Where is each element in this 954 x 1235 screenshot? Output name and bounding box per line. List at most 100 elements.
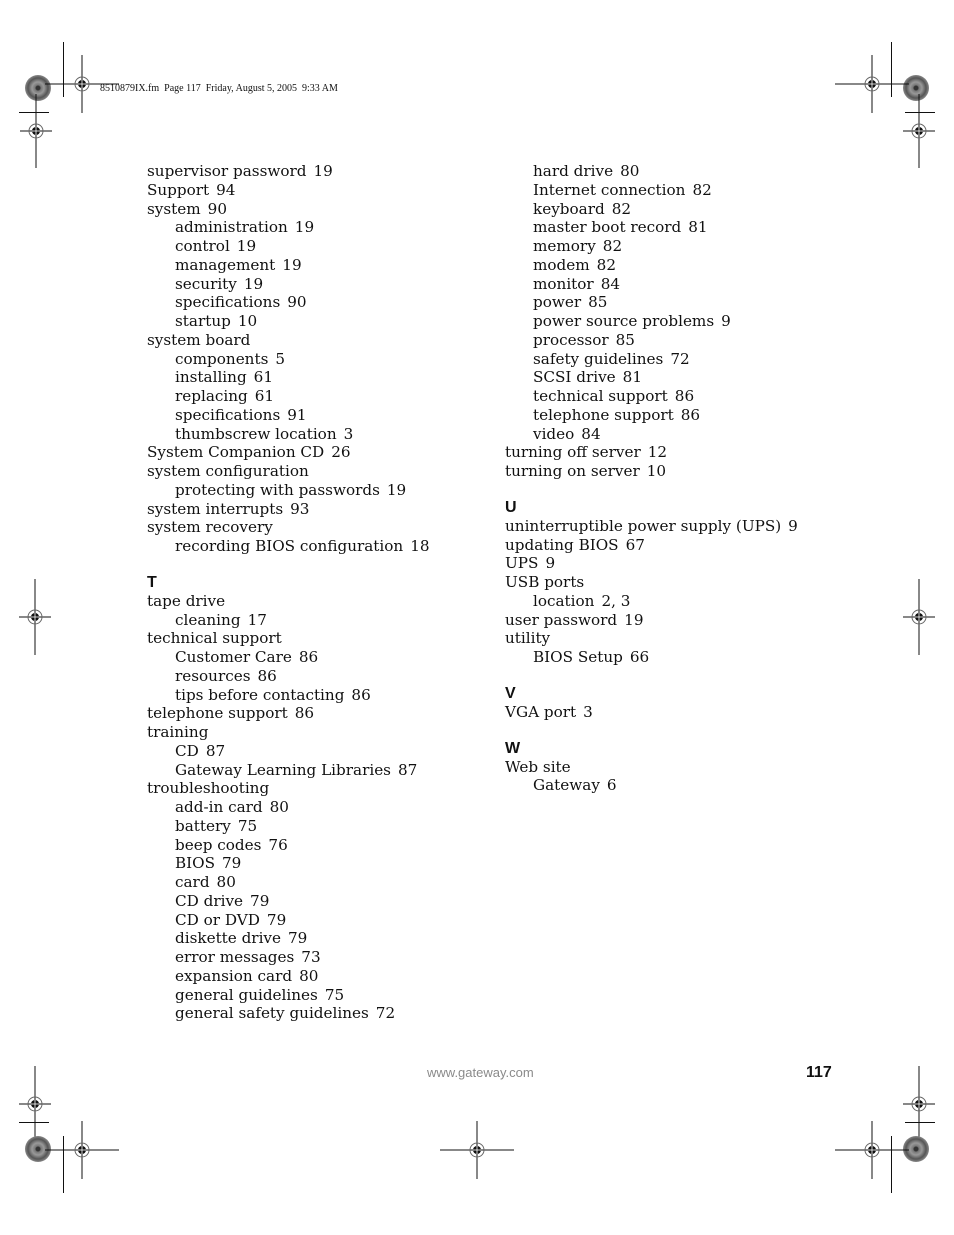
index-subentry: card 80 [147, 873, 430, 892]
index-entry: system interrupts 93 [147, 500, 430, 519]
index-term: monitor [533, 274, 594, 293]
index-term: utility [505, 629, 551, 648]
index-term: replacing [175, 387, 248, 405]
index-page-ref: 19 [282, 255, 302, 274]
index-subentry: general guidelines 75 [147, 986, 430, 1005]
index-term: BIOS [175, 854, 216, 873]
index-term: protecting with passwords [175, 480, 380, 499]
index-term: Support [147, 180, 210, 199]
index-entry: Web site [505, 758, 798, 777]
index-entry: turning off server 12 [505, 443, 798, 462]
index-subentry: beep codes 76 [147, 836, 430, 855]
index-page-ref: 19 [243, 274, 264, 293]
index-page-ref: 79 [288, 929, 308, 948]
index-page-ref: 18 [410, 537, 430, 555]
index-subentry: hard drive 80 [505, 162, 798, 181]
index-subentry: security 19 [147, 275, 430, 294]
index-term: memory [533, 237, 596, 255]
index-page-ref: 26 [331, 443, 351, 462]
index-term: location [533, 591, 595, 610]
index-term: diskette drive [175, 929, 281, 948]
index-entry: troubleshooting [147, 779, 430, 798]
index-page-ref: 9 [788, 516, 798, 535]
index-term: resources [175, 666, 251, 685]
index-subentry: resources 86 [147, 667, 430, 686]
index-term: recording BIOS configuration [175, 537, 404, 555]
index-page-ref: 82 [611, 199, 632, 218]
index-subentry: safety guidelines 72 [505, 350, 798, 369]
index-page-ref: 82 [596, 255, 616, 274]
index-page-ref: 61 [254, 387, 275, 405]
index-subentry: add-in card 80 [147, 798, 430, 817]
index-term: system board [147, 330, 251, 349]
index-subentry: Customer Care 86 [147, 648, 430, 667]
index-subentry: replacing 61 [147, 387, 430, 406]
index-page-ref: 87 [205, 741, 226, 760]
index-page-ref: 17 [247, 610, 267, 629]
index-column-left: supervisor password 19 Support 94 system 90 ad… [147, 162, 430, 1023]
index-subentry: modem 82 [505, 256, 798, 275]
footer-url: www.gateway.com [427, 1065, 534, 1080]
index-term: technical support [147, 629, 282, 648]
index-page-ref: 19 [313, 162, 333, 180]
index-entry: tape drive [147, 592, 430, 611]
page-number: 117 [806, 1064, 832, 1081]
index-subentry: CD drive 79 [147, 892, 430, 911]
index-term: turning on server [505, 462, 640, 480]
index-term: CD or DVD [175, 910, 260, 929]
index-page-ref: 86 [680, 405, 701, 424]
index-term: master boot record [533, 218, 682, 237]
index-page-ref: 9 [721, 312, 731, 330]
index-term: specifications [175, 405, 281, 424]
index-subentry: Gateway 6 [505, 776, 798, 795]
crosshair-registration-icon [20, 94, 52, 168]
index-subentry: diskette drive 79 [147, 929, 430, 948]
index-page-ref: 91 [287, 405, 307, 424]
crosshair-registration-icon [903, 94, 935, 168]
index-term: general guidelines [175, 985, 318, 1004]
print-slug: 8510879IX.fm Page 117 Friday, August 5, … [100, 83, 338, 94]
index-page-ref: 80 [620, 162, 640, 180]
index-term: components [175, 349, 269, 368]
index-page-ref: 93 [290, 499, 310, 518]
index-entry: uninterruptible power supply (UPS) 9 [505, 517, 798, 536]
index-term: turning off server [505, 443, 641, 462]
index-term: technical support [533, 387, 668, 405]
index-section-letter: W [505, 739, 521, 757]
index-entry: updating BIOS 67 [505, 536, 798, 555]
index-page-ref: 86 [298, 648, 319, 666]
index-entry: system configuration [147, 462, 430, 481]
index-term: Customer Care [175, 648, 292, 666]
index-subentry: memory 82 [505, 237, 798, 256]
index-page-ref: 72 [375, 1004, 396, 1023]
index-subentry: Gateway Learning Libraries 87 [147, 761, 430, 780]
index-term: cleaning [175, 610, 241, 629]
index-page-ref: 86 [351, 685, 371, 704]
index-subentry: expansion card 80 [147, 967, 430, 986]
index-subentry: cleaning 17 [147, 611, 430, 630]
index-entry: supervisor password 19 [147, 162, 430, 181]
index-term: card [175, 873, 210, 891]
index-term: system configuration [147, 462, 309, 480]
index-page-ref: 87 [397, 760, 418, 779]
index-page-ref: 76 [268, 835, 288, 854]
index-page-ref: 66 [629, 648, 650, 666]
index-column-right: hard drive 80 Internet connection 82 keyboar… [505, 162, 798, 795]
index-page-ref: 80 [269, 798, 289, 816]
index-page-ref: 85 [615, 330, 635, 349]
index-term: video [533, 424, 575, 443]
index-subentry: installing 61 [147, 368, 430, 387]
index-page-ref: 81 [622, 368, 642, 387]
index-subentry: specifications 91 [147, 406, 430, 425]
index-subentry: management 19 [147, 256, 430, 275]
index-subentry: error messages 73 [147, 948, 430, 967]
index-subentry: recording BIOS configuration 18 [147, 537, 430, 556]
index-subentry: Internet connection 82 [505, 181, 798, 200]
index-page-ref: 19 [294, 218, 315, 237]
index-entry: VGA port 3 [505, 703, 798, 722]
crosshair-registration-icon [440, 1121, 514, 1179]
index-page-ref: 86 [674, 387, 695, 405]
index-page-ref: 82 [692, 180, 712, 199]
index-page-ref: 86 [257, 666, 277, 685]
index-subentry: BIOS 79 [147, 854, 430, 873]
